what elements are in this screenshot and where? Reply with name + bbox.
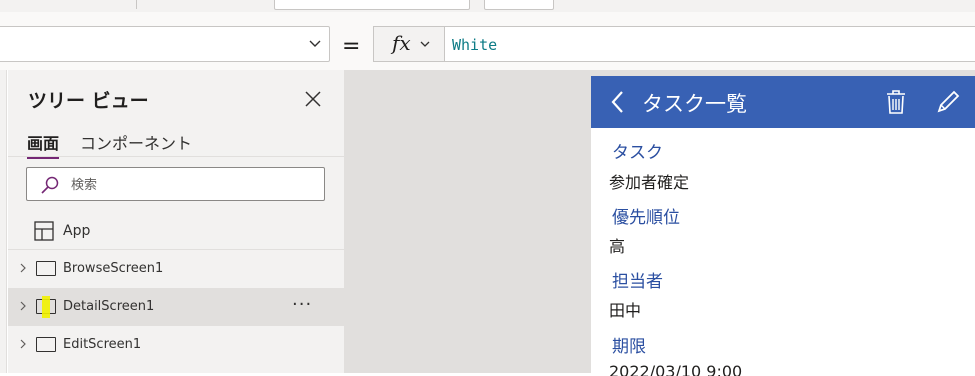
tree-item-label: App [63, 223, 91, 239]
chevron-right-icon[interactable] [17, 338, 29, 350]
back-arrow-icon[interactable] [609, 90, 627, 114]
formula-value: White [452, 36, 498, 54]
screen-icon [36, 261, 56, 276]
field-value-priority: 高 [609, 237, 626, 256]
tree-item-browsescreen1[interactable]: BrowseScreen1 [8, 250, 345, 288]
formula-input[interactable]: White [445, 26, 975, 62]
chevron-down-icon [309, 40, 321, 47]
field-value-due: 2022/03/10 9:00 [609, 362, 743, 376]
toolbar-dropdown[interactable] [274, 0, 470, 10]
app-header[interactable]: タスク一覧 [591, 76, 975, 128]
app-icon [34, 221, 54, 241]
fx-button[interactable]: fx [373, 26, 445, 62]
formula-bar: = fx White [0, 12, 975, 70]
search-input[interactable] [71, 175, 311, 195]
tree-item-label: DetailScreen1 [63, 299, 155, 314]
trash-icon[interactable] [885, 90, 907, 114]
tree-item-editscreen1[interactable]: EditScreen1 [8, 326, 345, 364]
yellow-highlight [42, 296, 50, 318]
tab-components[interactable]: コンポーネント [80, 130, 192, 154]
chevron-down-icon [420, 41, 430, 47]
field-value-task: 参加者確定 [609, 173, 690, 192]
tree-item-label: EditScreen1 [63, 337, 142, 352]
field-label-due: 期限 [612, 337, 646, 357]
property-dropdown[interactable] [0, 26, 330, 62]
search-box[interactable] [26, 167, 325, 201]
toolbar [0, 0, 975, 12]
search-icon [41, 176, 59, 194]
chevron-right-icon[interactable] [17, 300, 29, 312]
left-rail [0, 70, 7, 373]
toolbar-separator [136, 0, 137, 9]
tree-item-detailscreen1[interactable]: DetailScreen1 ··· [8, 288, 345, 326]
screen-title: タスク一覧 [642, 92, 747, 116]
tabs-divider [8, 156, 345, 157]
field-label-task: タスク [612, 143, 663, 163]
tree-view-panel: ツリー ビュー 画面 コンポーネント App BrowseScreen1 Det [8, 70, 345, 373]
fx-icon: fx [392, 31, 411, 55]
field-label-assignee: 担当者 [612, 272, 663, 292]
pencil-icon[interactable] [936, 90, 960, 114]
more-options-button[interactable]: ··· [292, 294, 312, 315]
equals-sign: = [342, 34, 361, 59]
tree-view-title: ツリー ビュー [28, 90, 149, 112]
tree-item-app[interactable]: App [8, 213, 345, 249]
screen-icon [36, 337, 56, 352]
field-label-priority: 優先順位 [612, 208, 680, 228]
tab-screens[interactable]: 画面 [27, 130, 60, 159]
close-icon[interactable] [304, 90, 322, 108]
field-value-assignee: 田中 [609, 301, 642, 320]
tree-item-label: BrowseScreen1 [63, 261, 164, 276]
toolbar-field[interactable] [484, 0, 554, 10]
app-screen-preview[interactable]: タスク一覧 タスク 参加者確定 優先順位 高 担当者 田中 期限 2022/03… [591, 76, 975, 376]
chevron-right-icon[interactable] [17, 262, 29, 274]
design-canvas[interactable]: タスク一覧 タスク 参加者確定 優先順位 高 担当者 田中 期限 2022/03… [345, 70, 975, 376]
